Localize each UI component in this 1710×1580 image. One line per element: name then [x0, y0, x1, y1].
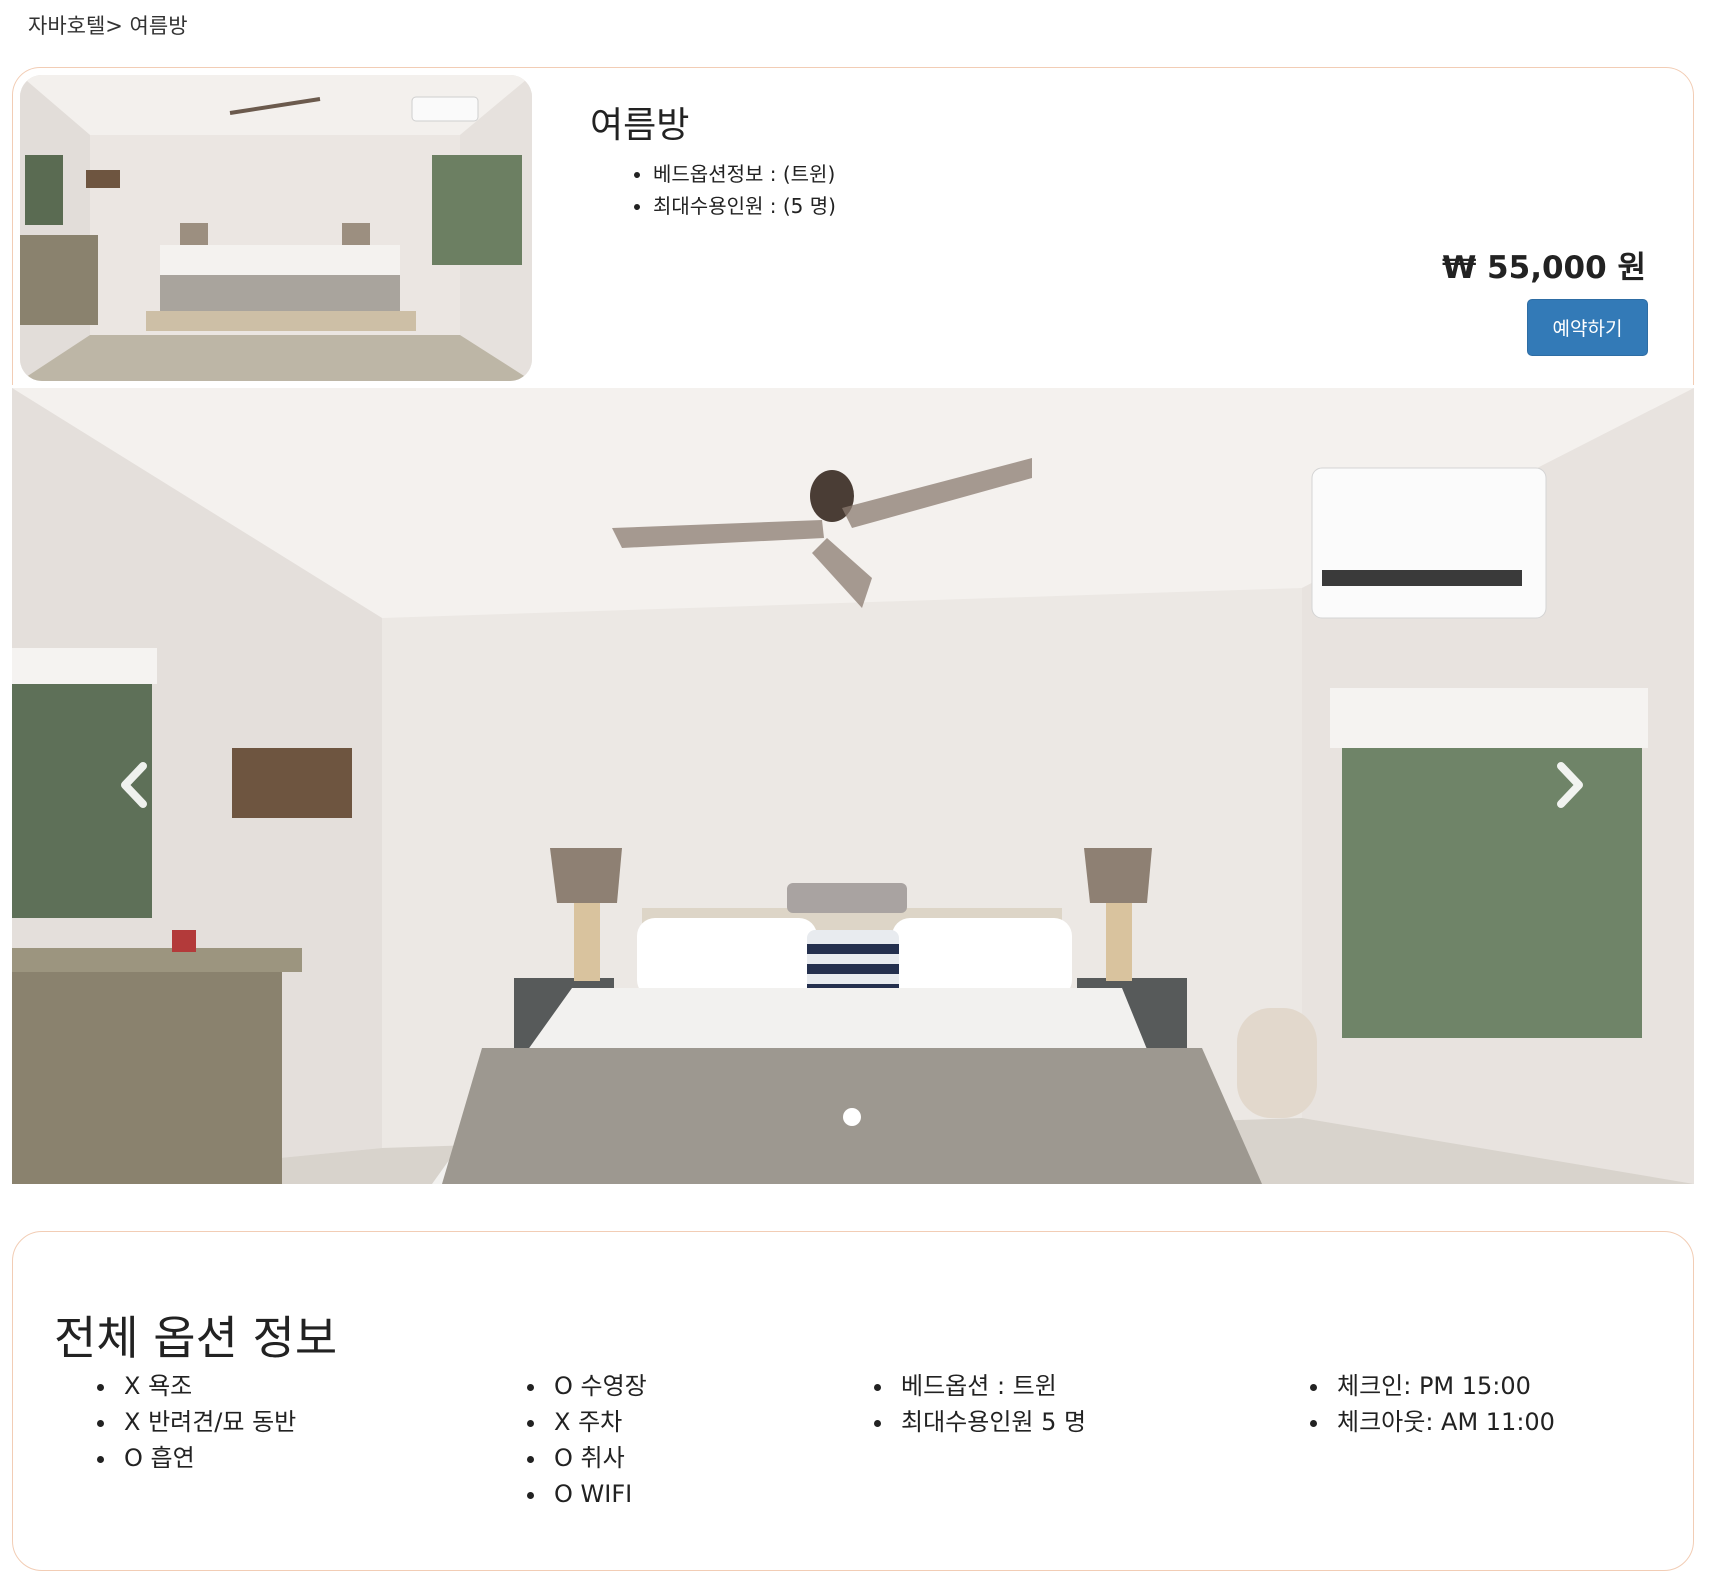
options-list-bed: 베드옵션 : 트윈 최대수용인원 5 명 [867, 1368, 1086, 1440]
option-item: X 욕조 [118, 1368, 296, 1404]
option-item: 베드옵션 : 트윈 [895, 1368, 1086, 1404]
room-info-list: 베드옵션정보 : (트윈) 최대수용인원 : (5 명) [625, 158, 836, 222]
room-price: ₩ 55,000 원 [1442, 250, 1646, 286]
breadcrumb: 자바호텔> 여름방 [28, 14, 188, 38]
reserve-button[interactable]: 예약하기 [1527, 299, 1648, 356]
options-list-facilities: O 수영장 X 주차 O 취사 O WIFI [520, 1368, 647, 1512]
room-info-item: 베드옵션정보 : (트윈) [653, 158, 836, 190]
option-item: O WIFI [548, 1476, 647, 1512]
option-item: X 주차 [548, 1404, 647, 1440]
option-item: 최대수용인원 5 명 [895, 1404, 1086, 1440]
option-item: O 수영장 [548, 1368, 647, 1404]
options-title: 전체 옵션 정보 [54, 1311, 338, 1365]
option-item: 체크아웃: AM 11:00 [1331, 1404, 1555, 1440]
option-item: 체크인: PM 15:00 [1331, 1368, 1555, 1404]
option-item: O 흡연 [118, 1440, 296, 1476]
option-item: O 취사 [548, 1440, 647, 1476]
room-thumbnail-image [20, 75, 532, 381]
carousel-indicator-dot[interactable] [843, 1108, 861, 1126]
options-list-amenities: X 욕조 X 반려견/묘 동반 O 흡연 [90, 1368, 296, 1476]
chevron-right-icon[interactable] [1553, 760, 1589, 810]
room-title: 여름방 [590, 105, 690, 146]
option-item: X 반려견/묘 동반 [118, 1404, 296, 1440]
room-image-carousel [12, 388, 1694, 1184]
chevron-left-icon[interactable] [115, 760, 151, 810]
carousel-room-image [12, 388, 1694, 1184]
options-list-checkin: 체크인: PM 15:00 체크아웃: AM 11:00 [1303, 1368, 1555, 1440]
room-thumbnail [20, 75, 532, 381]
room-info-item: 최대수용인원 : (5 명) [653, 190, 836, 222]
